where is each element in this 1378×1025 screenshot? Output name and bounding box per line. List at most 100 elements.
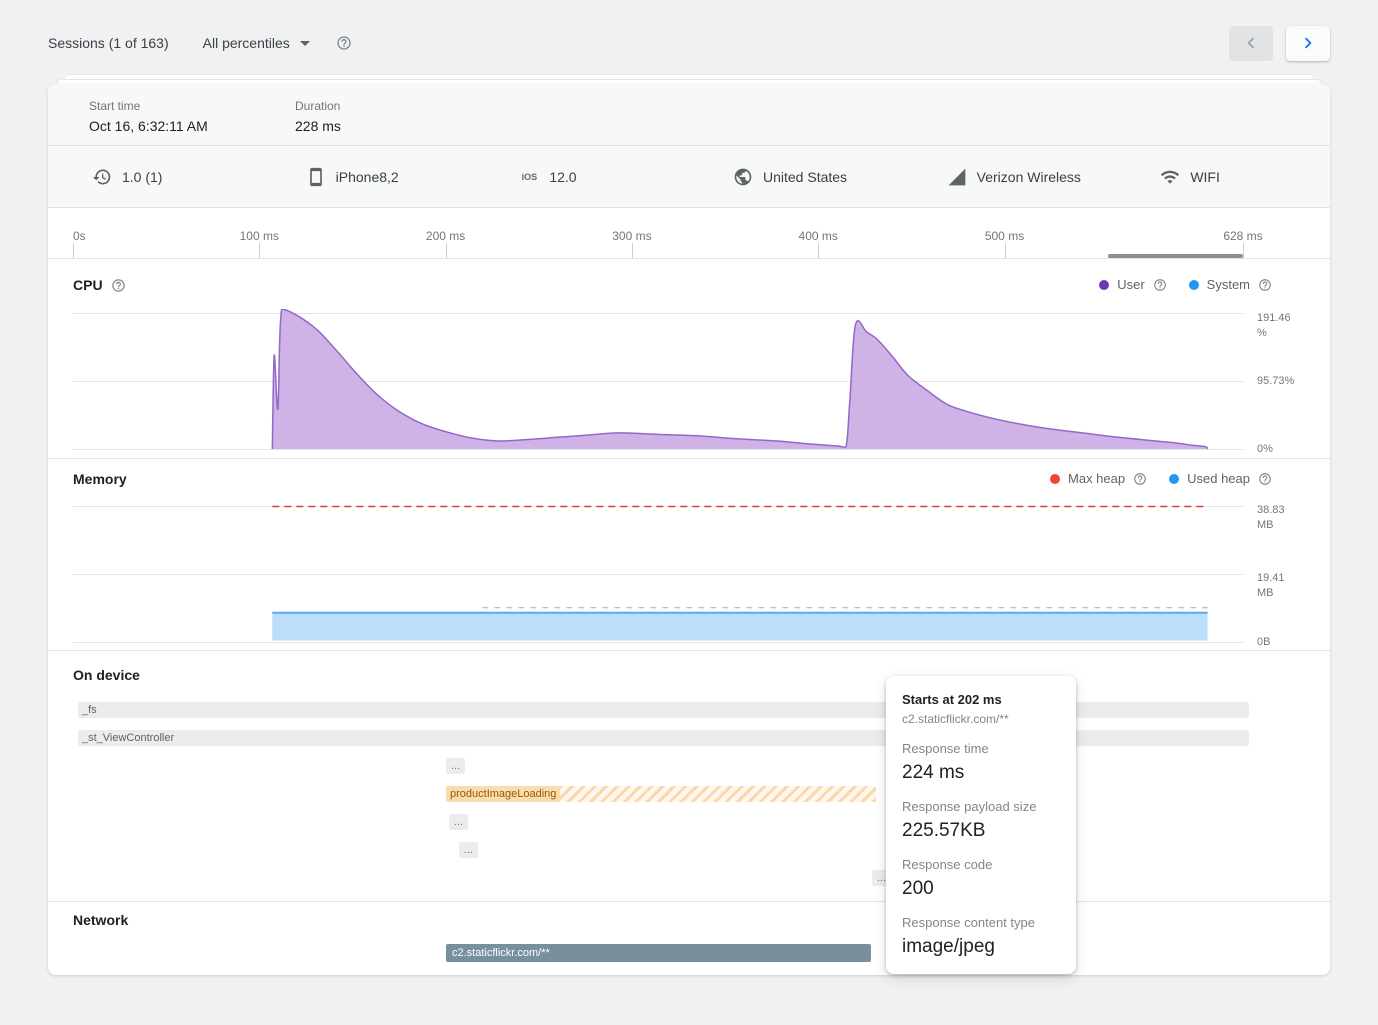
trace-bar[interactable]: productImageLoading <box>446 786 876 802</box>
timeline-tick-mark <box>446 243 447 258</box>
cpu-legend: User System <box>1099 277 1272 292</box>
cpu-y-label-zero: 0% <box>1257 442 1303 457</box>
help-icon[interactable] <box>1133 472 1147 486</box>
memory-used-area <box>272 613 1207 641</box>
signal-icon <box>947 167 967 187</box>
trace-bar[interactable]: ... <box>449 814 468 830</box>
duration-label: Duration <box>295 99 501 113</box>
tooltip-field-value: 200 <box>902 878 1060 900</box>
legend-label: User <box>1117 277 1144 292</box>
tooltip-field-label: Response content type <box>902 915 1060 930</box>
timeline-ruler[interactable]: 0s100 ms200 ms300 ms400 ms500 ms628 ms <box>48 208 1330 259</box>
sessions-help[interactable] <box>336 35 352 51</box>
cpu-title-row: CPU <box>73 277 126 293</box>
timeline-tick-label: 628 ms <box>1223 229 1262 243</box>
timeline-tick-label: 100 ms <box>240 229 279 243</box>
max-heap-series-dot <box>1050 474 1060 484</box>
percentiles-dropdown-label: All percentiles <box>203 35 290 51</box>
legend-label: Used heap <box>1187 471 1250 486</box>
timeline-tick-mark <box>1005 243 1006 258</box>
timeline-tick-mark <box>632 243 633 258</box>
help-icon[interactable] <box>1153 278 1167 292</box>
network-rows: c2.staticflickr.com/** <box>48 944 1330 960</box>
trace-bar[interactable]: ... <box>446 758 465 774</box>
device-model-cell: iPhone8,2 <box>262 146 476 207</box>
tooltip-field-label: Response payload size <box>902 799 1060 814</box>
carrier-cell: Verizon Wireless <box>903 146 1117 207</box>
tooltip-field-value: image/jpeg <box>902 936 1060 958</box>
on-device-rows: _fs _st_ViewController ... productImageL… <box>48 702 1330 886</box>
memory-chart-svg <box>73 494 1243 645</box>
memory-title: Memory <box>73 471 127 487</box>
trace-row: productImageLoading <box>48 786 1330 802</box>
user-series-dot <box>1099 280 1109 290</box>
help-icon[interactable] <box>111 278 126 293</box>
os-version-cell: iOS 12.0 <box>475 146 689 207</box>
dropdown-arrow-icon <box>300 41 310 46</box>
previous-session-button[interactable] <box>1229 26 1273 61</box>
timeline-tick-label: 400 ms <box>799 229 838 243</box>
trace-row: ... <box>48 870 1330 886</box>
timeline-tick-label: 0s <box>73 229 86 243</box>
timeline-tick-mark <box>1243 243 1244 258</box>
topbar: Sessions (1 of 163) All percentiles <box>0 0 1378 62</box>
cpu-chart[interactable]: 191.46 % 95.73% 0% <box>48 309 1330 450</box>
trace-bar-label: ... <box>464 844 473 856</box>
trace-bar[interactable]: c2.staticflickr.com/** <box>446 944 871 962</box>
device-model-value: iPhone8,2 <box>336 169 399 185</box>
trace-bar-label: _st_ViewController <box>82 732 174 744</box>
memory-legend-max-heap[interactable]: Max heap <box>1050 471 1147 486</box>
memory-chart[interactable]: 38.83 MB 19.41 MB 0B <box>48 494 1330 645</box>
percentiles-dropdown[interactable]: All percentiles <box>203 35 310 51</box>
memory-y-label-mid: 19.41 MB <box>1257 571 1303 601</box>
start-time-value: Oct 16, 6:32:11 AM <box>89 118 295 134</box>
cpu-legend-system[interactable]: System <box>1189 277 1272 292</box>
trace-row: c2.staticflickr.com/** <box>48 944 1330 960</box>
timeline-tick-mark <box>73 243 74 258</box>
trace-bar-label: ... <box>877 872 886 884</box>
memory-legend: Max heap Used heap <box>1050 471 1272 486</box>
tooltip-title: Starts at 202 ms <box>902 692 1060 707</box>
session-nav <box>1229 26 1330 61</box>
duration-value: 228 ms <box>295 118 501 134</box>
on-device-section: On device _fs _st_ViewController ... pro… <box>48 651 1330 902</box>
trace-bar[interactable]: ... <box>459 842 478 858</box>
help-icon[interactable] <box>1258 278 1272 292</box>
legend-label: Max heap <box>1068 471 1125 486</box>
tooltip-field-label: Response code <box>902 857 1060 872</box>
cpu-chart-svg <box>73 309 1243 450</box>
cpu-y-label-max: 191.46 % <box>1257 311 1303 341</box>
device-info-row: 1.0 (1) iPhone8,2 iOS 12.0 United States… <box>48 146 1330 208</box>
trace-bar-label: c2.staticflickr.com/** <box>452 947 550 959</box>
ios-icon: iOS <box>519 172 539 182</box>
history-icon <box>92 167 112 187</box>
help-icon[interactable] <box>1258 472 1272 486</box>
trace-row: _st_ViewController <box>48 730 1330 746</box>
radio-cell: WIFI <box>1116 146 1330 207</box>
wifi-icon <box>1160 167 1180 187</box>
next-session-button[interactable] <box>1286 26 1330 61</box>
timeline-scrollbar[interactable] <box>1108 254 1243 258</box>
cpu-title: CPU <box>73 277 103 293</box>
trace-row: ... <box>48 758 1330 774</box>
country-cell: United States <box>689 146 903 207</box>
on-device-title: On device <box>73 667 1330 685</box>
network-request-tooltip: Starts at 202 ms c2.staticflickr.com/** … <box>886 676 1076 974</box>
tooltip-subtitle: c2.staticflickr.com/** <box>902 712 1060 726</box>
legend-label: System <box>1207 277 1250 292</box>
smartphone-icon <box>306 167 326 187</box>
radio-value: WIFI <box>1190 169 1220 185</box>
memory-y-label-zero: 0B <box>1257 635 1303 650</box>
cpu-legend-user[interactable]: User <box>1099 277 1166 292</box>
trace-row: ... <box>48 842 1330 858</box>
memory-section: Memory Max heap Used heap <box>48 459 1330 651</box>
start-time-label: Start time <box>89 99 295 113</box>
chevron-left-icon <box>1240 32 1262 54</box>
trace-bar-label: ... <box>454 816 463 828</box>
help-icon[interactable] <box>336 35 352 51</box>
tooltip-field-value: 225.57KB <box>902 820 1060 842</box>
memory-legend-used-heap[interactable]: Used heap <box>1169 471 1272 486</box>
timeline-tick-mark <box>259 243 260 258</box>
network-section: Network c2.staticflickr.com/** <box>48 902 1330 975</box>
app-version-value: 1.0 (1) <box>122 169 162 185</box>
